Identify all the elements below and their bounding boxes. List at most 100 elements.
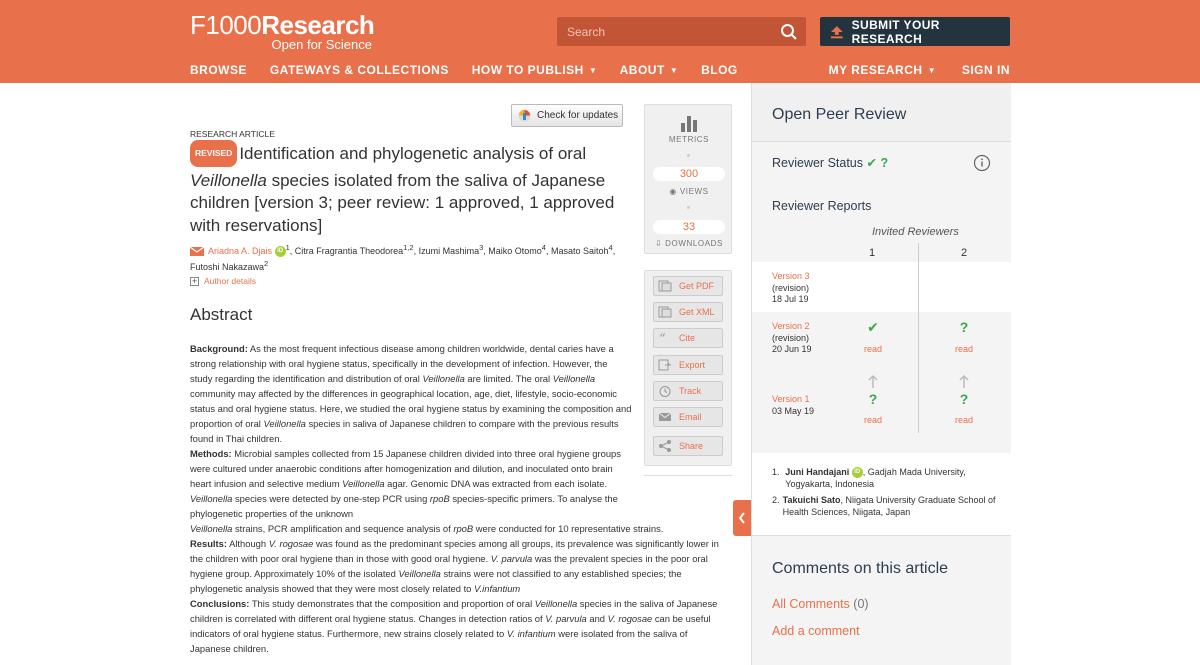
invited-reviewers-label: Invited Reviewers	[872, 226, 959, 238]
arrow-up-icon	[868, 374, 878, 388]
add-comment-link[interactable]: Add a comment	[772, 624, 860, 638]
export-button[interactable]: Export	[653, 355, 723, 375]
reviewer-name: Juni Handajani	[785, 467, 850, 477]
reviewer-status-label: Reviewer Status ✔ ?	[772, 155, 888, 170]
submit-research-button[interactable]: SUBMIT YOUR RESEARCH	[820, 17, 1010, 46]
search-input[interactable]	[557, 17, 772, 46]
eye-icon: ◉	[669, 187, 680, 196]
downloads-label: ⇩ DOWNLOADS	[645, 239, 733, 248]
crossmark-icon	[518, 109, 531, 122]
reviewer-reports-title: Reviewer Reports	[772, 199, 872, 213]
author-name: , Maiko Otomo	[483, 246, 542, 256]
question-icon: ?	[880, 156, 889, 170]
search-box	[557, 17, 806, 46]
abstract-text: This study demonstrates that the composi…	[249, 598, 535, 609]
logo-f1000: F1000	[190, 10, 262, 40]
nav-blog[interactable]: BLOG	[701, 63, 738, 77]
dot-divider	[687, 154, 690, 157]
nav-my-research-label: MY RESEARCH	[828, 63, 923, 77]
abstract-italic: Veillonella	[552, 373, 596, 384]
get-pdf-button[interactable]: Get PDF	[653, 276, 723, 296]
version-type: (revision)	[772, 332, 810, 343]
read-report-link[interactable]: read	[949, 415, 979, 425]
cite-button[interactable]: “ Cite	[653, 328, 723, 348]
arrow-up-icon	[959, 374, 969, 388]
main-nav: BROWSE GATEWAYS & COLLECTIONS HOW TO PUB…	[190, 63, 757, 77]
abstract-text: Although	[227, 538, 269, 549]
share-label: Share	[679, 441, 704, 451]
title-text: Identification and phylogenetic analysis…	[239, 144, 587, 163]
clock-icon	[659, 386, 671, 397]
abstract-italic: rpoB	[453, 523, 474, 534]
mail-icon[interactable]	[190, 247, 204, 257]
version-row: Version 3 (revision) 18 Jul 19	[752, 262, 1011, 312]
actions-panel: Get PDF Get XML “ Cite Export Track Email…	[644, 270, 732, 466]
quote-icon: “	[659, 332, 666, 344]
nav-about[interactable]: ABOUT ▼	[620, 63, 679, 77]
reviewer-reports: Reviewer Reports Invited Reviewers 1 2 V…	[752, 191, 1011, 453]
all-comments-label: All Comments	[772, 597, 850, 611]
version-label: Version 2 (revision) 20 Jun 19	[772, 321, 812, 356]
track-button[interactable]: Track	[653, 381, 723, 401]
bar-chart-icon[interactable]	[680, 114, 698, 132]
email-label: Email	[679, 412, 702, 422]
abstract-italic: V. rogosae	[607, 613, 653, 624]
abstract-italic: V. infantium	[506, 628, 556, 639]
reviewer-list: 1. Juni Handajani iD, Gadjah Mada Univers…	[772, 467, 997, 523]
author-details-toggle[interactable]: + Author details	[190, 276, 256, 286]
abstract-italic: rpoB	[429, 493, 450, 504]
upload-icon	[830, 25, 843, 38]
logo[interactable]: F1000Research Open for Science	[190, 10, 375, 52]
nav-sign-in[interactable]: SIGN IN	[962, 63, 1010, 77]
views-count[interactable]: 300	[653, 167, 725, 181]
orcid-icon[interactable]: iD	[274, 246, 286, 258]
nav-how-to-publish-label: HOW TO PUBLISH	[471, 63, 584, 77]
logo-research: Research	[261, 10, 375, 40]
get-xml-button[interactable]: Get XML	[653, 302, 723, 322]
abstract-italic: Veillonella	[398, 568, 441, 579]
nav-gateways[interactable]: GATEWAYS & COLLECTIONS	[270, 63, 449, 77]
info-icon[interactable]	[973, 154, 991, 172]
read-report-link[interactable]: read	[949, 344, 979, 354]
reviewer-num: 1.	[772, 467, 780, 477]
abstract-text: agar. Genomic DNA was extracted from eac…	[384, 478, 608, 489]
version-label: Version 1 03 May 19	[772, 394, 814, 417]
version-row: Version 1 03 May 19 ? read ? read	[752, 389, 1011, 444]
section-label: Conclusions:	[190, 598, 250, 609]
nav-how-to-publish[interactable]: HOW TO PUBLISH ▼	[472, 63, 598, 77]
site-header: F1000Research Open for Science SUBMIT YO…	[0, 0, 1200, 83]
cite-label: Cite	[679, 333, 696, 343]
orcid-icon[interactable]: iD	[851, 467, 863, 479]
check-for-updates-button[interactable]: Check for updates	[511, 104, 623, 127]
email-button[interactable]: Email	[653, 407, 723, 427]
all-comments-link[interactable]: All Comments (0)	[772, 597, 869, 611]
downloads-count[interactable]: 33	[653, 220, 725, 234]
version-row: Version 2 (revision) 20 Jun 19 ✔ read ? re…	[752, 312, 1011, 367]
author-link[interactable]: Ariadna A. Djais	[208, 246, 272, 256]
collapse-panel-button[interactable]	[733, 500, 751, 536]
reviewer-name: Takuichi Sato	[782, 495, 841, 505]
abstract-text: are limited. The oral	[464, 373, 553, 384]
version-1-link[interactable]: Version 1	[772, 394, 810, 404]
section-label: Background:	[190, 343, 248, 354]
column-divider	[918, 243, 919, 433]
abstract-italic: Veillonella	[534, 598, 578, 609]
nav-my-research[interactable]: MY RESEARCH ▼	[829, 63, 936, 77]
version-2-link[interactable]: Version 2	[772, 321, 810, 331]
nav-browse[interactable]: BROWSE	[190, 63, 247, 77]
share-button[interactable]: Share	[653, 436, 723, 456]
export-label: Export	[679, 360, 706, 370]
search-icon[interactable]	[780, 23, 798, 41]
plus-icon: +	[190, 275, 199, 286]
version-3-link[interactable]: Version 3	[772, 271, 810, 281]
track-label: Track	[679, 386, 702, 396]
reservation-question-icon: ?	[959, 319, 969, 335]
section-label: Results:	[190, 538, 227, 549]
read-report-link[interactable]: read	[858, 415, 888, 425]
get-xml-label: Get XML	[679, 307, 715, 317]
read-report-link[interactable]: read	[858, 344, 888, 354]
export-icon	[658, 359, 672, 371]
comments-title: Comments on this article	[772, 560, 949, 577]
chevron-down-icon: ▼	[927, 66, 936, 75]
comment-count: (0)	[853, 597, 869, 611]
